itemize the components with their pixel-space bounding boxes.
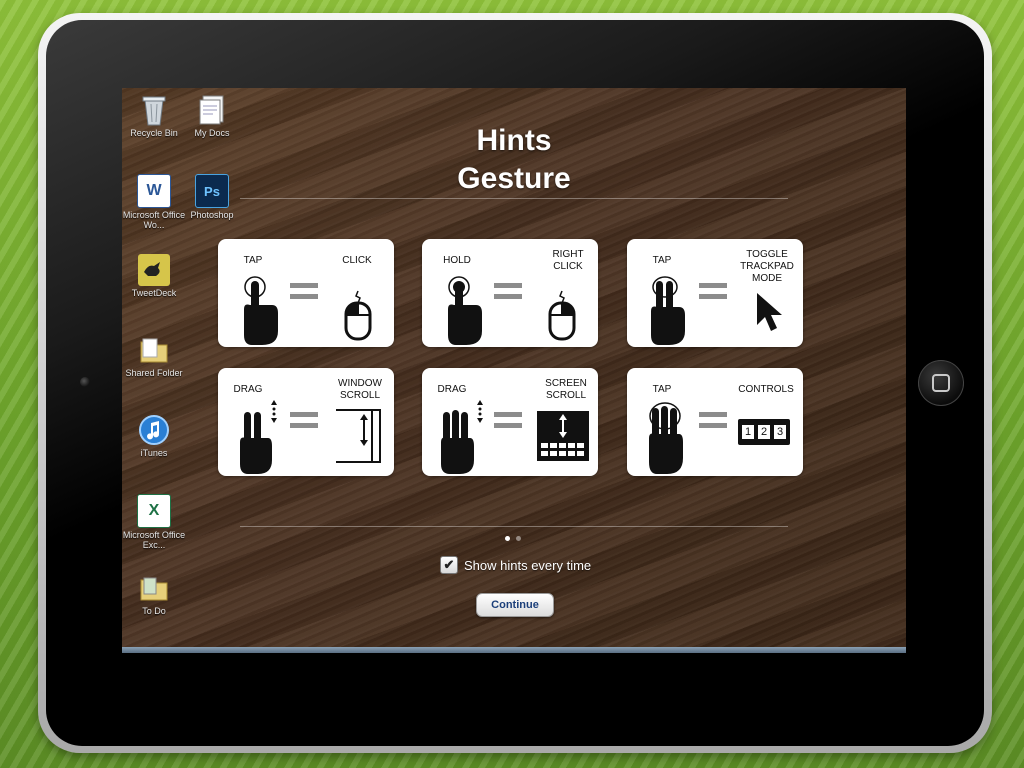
home-button-icon xyxy=(932,374,950,392)
desktop-icon-shared-folder[interactable]: Shared Folder xyxy=(122,334,186,378)
desktop-icon-label: Microsoft Office Wo... xyxy=(122,210,186,230)
equals-icon xyxy=(494,412,522,430)
hint-card-drag-window-scroll: DRAG WINDOW SCROLL xyxy=(218,368,394,476)
result-label: RIGHT CLICK xyxy=(552,249,584,272)
three-finger-drag-icon xyxy=(441,400,483,474)
key-2: 2 xyxy=(757,424,771,440)
show-hints-label: Show hints every time xyxy=(464,557,592,573)
one-finger-tap-icon xyxy=(244,276,278,345)
hint-card-tap-toggle-trackpad: TAP TOGGLE TRACKPAD MODE xyxy=(627,239,803,347)
desktop-icon-tweetdeck[interactable]: TweetDeck xyxy=(122,254,186,298)
controls-keys-icon: 1 2 3 xyxy=(738,419,790,445)
remote-desktop-screen[interactable]: Recycle Bin My Docs W Microsoft Office W… xyxy=(122,88,906,653)
home-button[interactable] xyxy=(918,360,964,406)
gesture-label: HOLD xyxy=(443,255,471,266)
hints-title: Hints xyxy=(476,124,552,157)
equals-icon xyxy=(290,412,318,430)
desktop-icon-label: Shared Folder xyxy=(125,368,183,378)
page-indicator[interactable] xyxy=(505,536,521,541)
excel-icon: X xyxy=(137,494,171,528)
camera-icon xyxy=(80,377,90,387)
continue-button[interactable]: Continue xyxy=(476,593,554,617)
taskbar[interactable] xyxy=(122,647,906,653)
hint-card-hold-right-click: HOLD RIGHT CLICK xyxy=(422,239,598,347)
folder-icon xyxy=(138,334,170,366)
key-1: 1 xyxy=(741,424,755,440)
one-finger-hold-icon xyxy=(448,276,482,345)
show-hints-toggle[interactable]: ✔ Show hints every time xyxy=(440,556,591,574)
result-label: WINDOW SCROLL xyxy=(338,378,382,401)
gesture-label: TAP xyxy=(243,255,263,266)
gesture-label: DRAG xyxy=(437,384,467,395)
gesture-label: TAP xyxy=(652,255,672,266)
gesture-label: TAP xyxy=(652,384,672,395)
mouse-left-click-icon xyxy=(344,290,372,341)
equals-icon xyxy=(699,283,727,301)
equals-icon xyxy=(699,412,727,430)
itunes-icon xyxy=(138,414,170,446)
tweetdeck-icon xyxy=(138,254,170,286)
recycle-bin-icon xyxy=(138,94,170,126)
two-finger-drag-icon xyxy=(240,400,277,474)
cursor-arrow-icon xyxy=(757,293,782,331)
three-finger-tap-icon xyxy=(649,402,683,474)
window-scroll-icon xyxy=(336,409,381,463)
documents-icon xyxy=(196,94,228,126)
gesture-label: DRAG xyxy=(233,384,263,395)
hint-card-tap-controls: TAP CONTROLS 1 2 3 xyxy=(627,368,803,476)
key-3: 3 xyxy=(773,424,787,440)
page-dot-2[interactable] xyxy=(516,536,521,541)
hint-card-tap-click: TAP CLICK xyxy=(218,239,394,347)
show-hints-checkbox[interactable]: ✔ xyxy=(440,556,458,574)
desktop-icon-to-do[interactable]: To Do xyxy=(122,572,186,616)
desktop-icon-label: Microsoft Office Exc... xyxy=(122,530,186,550)
desktop-icon-excel[interactable]: X Microsoft Office Exc... xyxy=(122,494,186,550)
result-label: CLICK xyxy=(342,255,372,266)
folder-icon xyxy=(138,572,170,604)
gesture-subtitle: Gesture xyxy=(457,162,571,195)
bottom-divider xyxy=(240,526,788,527)
desktop-icon-label: TweetDeck xyxy=(131,288,177,298)
result-label: CONTROLS xyxy=(738,384,794,395)
two-finger-tap-icon xyxy=(651,276,685,345)
screen-scroll-icon xyxy=(537,411,589,461)
desktop-icon-label: iTunes xyxy=(140,448,168,458)
desktop-icon-label: Photoshop xyxy=(190,210,234,220)
equals-icon xyxy=(494,283,522,301)
page-dot-1[interactable] xyxy=(505,536,510,541)
desktop-icon-itunes[interactable]: iTunes xyxy=(122,414,186,458)
desktop-icon-label: To Do xyxy=(142,606,166,616)
result-label: TOGGLE TRACKPAD MODE xyxy=(740,249,794,284)
mouse-right-click-icon xyxy=(548,290,576,341)
hint-card-drag-screen-scroll: DRAG SCREEN SCROLL xyxy=(422,368,598,476)
equals-icon xyxy=(290,283,318,301)
title-divider xyxy=(240,198,788,199)
result-label: SCREEN SCROLL xyxy=(545,378,587,401)
